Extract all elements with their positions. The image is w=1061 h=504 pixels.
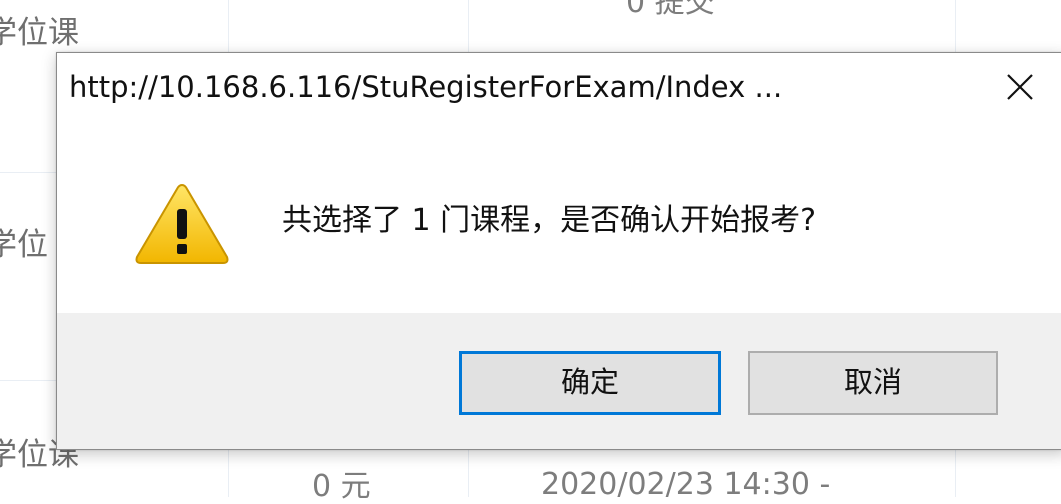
dialog-footer: 确定 取消 — [57, 313, 1061, 449]
warning-icon — [135, 183, 229, 264]
row-label: 学位课 — [0, 15, 79, 51]
top-cell-text: 0 提交 — [626, 0, 715, 20]
dialog-message: 共选择了 1 门课程，是否确认开始报考? — [282, 203, 817, 238]
dialog-content: 共选择了 1 门课程，是否确认开始报考? — [57, 121, 1061, 313]
cancel-button[interactable]: 取消 — [748, 351, 998, 415]
dialog-title-bar[interactable]: http://10.168.6.116/StuRegisterForExam/I… — [57, 53, 1061, 121]
close-icon — [1007, 74, 1033, 100]
close-button[interactable] — [985, 61, 1055, 113]
dialog-title: http://10.168.6.116/StuRegisterForExam/I… — [69, 70, 783, 104]
fee-cell: 0 元 — [312, 469, 371, 504]
table-row-divider — [0, 172, 60, 173]
table-row-divider — [0, 380, 60, 381]
confirm-dialog: http://10.168.6.116/StuRegisterForExam/I… — [56, 52, 1061, 450]
row-label: 学位 — [0, 227, 48, 263]
time-cell: 2020/02/23 14:30 - — [541, 467, 831, 502]
ok-button[interactable]: 确定 — [459, 351, 721, 415]
